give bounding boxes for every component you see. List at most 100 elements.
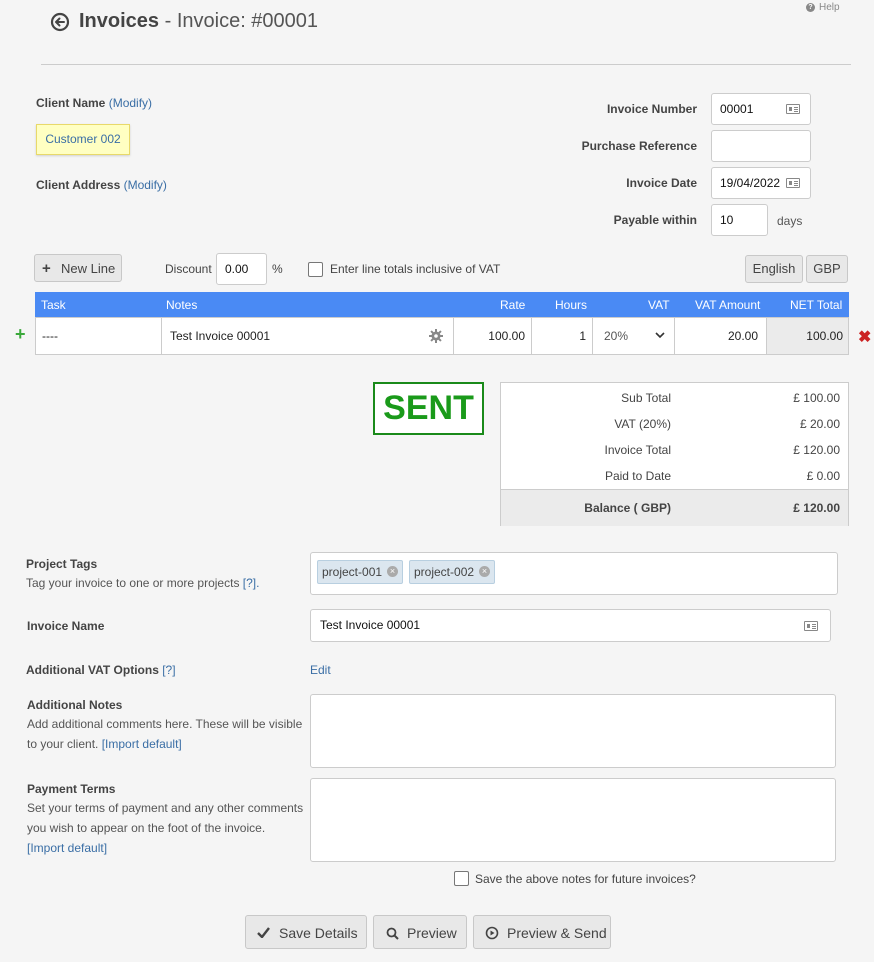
preview-label: Preview <box>407 925 457 941</box>
save-notes-checkbox[interactable] <box>454 871 469 886</box>
vat-label: VAT (20%) <box>614 417 671 431</box>
page-title-main[interactable]: Invoices <box>79 10 159 32</box>
currency-button[interactable]: GBP <box>806 255 848 283</box>
save-details-button[interactable]: Save Details <box>245 915 367 949</box>
invoice-number-label: Invoice Number <box>606 102 697 116</box>
invoice-date-label: Invoice Date <box>626 176 697 190</box>
inclusive-vat-checkbox[interactable] <box>308 262 323 277</box>
client-address-modify-link[interactable]: (Modify) <box>124 178 167 192</box>
payable-within-label: Payable within <box>613 213 697 227</box>
col-notes: Notes <box>166 298 198 312</box>
header-divider <box>41 64 851 65</box>
new-line-button[interactable]: + New Line <box>34 254 122 282</box>
project-tags-desc: Tag your invoice to one or more projects… <box>26 576 260 590</box>
page-subtitle: Invoice: #00001 <box>176 10 319 32</box>
col-vat-amount: VAT Amount <box>695 298 761 312</box>
search-icon <box>386 927 399 940</box>
help-icon: ? <box>806 3 815 12</box>
save-details-label: Save Details <box>279 925 358 941</box>
project-tags-label: Project Tags <box>26 557 98 571</box>
notes-import-default-link[interactable]: [Import default] <box>102 737 182 751</box>
balance-value: £ 120.00 <box>793 501 840 515</box>
vat-select[interactable]: 20% <box>593 318 675 354</box>
vat-options-label: Additional VAT Options [?] <box>26 663 176 677</box>
balance-row: Balance ( GBP) £ 120.00 <box>501 489 848 526</box>
remove-tag-icon[interactable]: × <box>479 566 491 577</box>
invoice-number-field[interactable]: 00001 <box>711 93 811 125</box>
additional-notes-label: Additional Notes <box>27 698 123 712</box>
totals-panel: Sub Total £ 100.00 VAT (20%) £ 20.00 Invoi… <box>500 382 849 526</box>
vat-amount-cell[interactable]: 20.00 <box>675 318 767 354</box>
additional-notes-textarea[interactable] <box>310 694 836 768</box>
project-tags-help-link[interactable]: [?]. <box>243 576 260 590</box>
sub-total-label: Sub Total <box>621 391 671 405</box>
invoice-number-value: 00001 <box>720 102 754 116</box>
payable-unit: days <box>777 214 803 228</box>
purchase-reference-label: Purchase Reference <box>581 139 697 153</box>
notes-value: Test Invoice 00001 <box>170 329 271 343</box>
vat-row: VAT (20%) £ 20.00 <box>501 411 848 437</box>
chevron-down-icon <box>655 332 665 339</box>
paid-value: £ 0.00 <box>806 469 840 483</box>
discount-field[interactable]: 0.00 <box>216 253 267 285</box>
hours-cell[interactable]: 1 <box>532 318 593 354</box>
project-tag[interactable]: project-001 × <box>317 560 404 584</box>
client-address-label: Client Address (Modify) <box>36 178 167 192</box>
invoice-name-value: Test Invoice 00001 <box>320 618 421 632</box>
payment-terms-textarea[interactable] <box>310 778 836 862</box>
back-arrow-icon[interactable] <box>50 12 70 32</box>
invoice-total-label: Invoice Total <box>604 443 672 457</box>
gear-icon[interactable] <box>429 329 443 343</box>
payment-terms-desc: Set your terms of payment and any other … <box>27 798 303 858</box>
preview-button[interactable]: Preview <box>373 915 467 949</box>
vat-options-help-link[interactable]: [?] <box>162 663 175 677</box>
sub-total-value: £ 100.00 <box>793 391 840 405</box>
discount-label: Discount <box>165 262 212 276</box>
help-link[interactable]: ? Help <box>806 2 840 13</box>
invoice-date-value: 19/04/2022 <box>720 176 781 190</box>
table-row: ---- Test Invoice 00001 100.00 1 20% 20.… <box>35 317 849 355</box>
status-stamp: SENT <box>373 382 484 435</box>
col-hours: Hours <box>555 298 588 312</box>
check-icon <box>257 927 270 938</box>
invoice-date-field[interactable]: 19/04/2022 <box>711 167 811 199</box>
help-label: Help <box>819 2 840 13</box>
net-total-cell: 100.00 <box>767 318 848 354</box>
vat-options-edit-link[interactable]: Edit <box>310 663 331 677</box>
delete-row-icon[interactable]: ✖ <box>858 327 871 347</box>
add-row-icon[interactable]: + <box>15 324 26 345</box>
invoice-name-field[interactable]: Test Invoice 00001 <box>310 609 831 642</box>
vat-select-value: 20% <box>604 329 629 343</box>
notes-cell[interactable]: Test Invoice 00001 <box>162 318 454 354</box>
language-button[interactable]: English <box>745 255 803 283</box>
play-circle-icon <box>485 926 499 940</box>
invoice-total-value: £ 120.00 <box>793 443 840 457</box>
project-tag-label: project-001 <box>322 565 383 579</box>
discount-unit: % <box>272 262 283 276</box>
client-name-label: Client Name (Modify) <box>36 96 153 110</box>
id-card-icon <box>804 620 818 631</box>
payable-within-field[interactable]: 10 <box>711 204 768 236</box>
balance-label: Balance ( GBP) <box>584 501 671 515</box>
vat-value: £ 20.00 <box>799 417 840 431</box>
additional-notes-desc: Add additional comments here. These will… <box>27 717 303 751</box>
purchase-reference-field[interactable] <box>711 130 811 162</box>
paid-label: Paid to Date <box>604 469 671 483</box>
client-name-modify-link[interactable]: (Modify) <box>109 96 152 110</box>
col-net-total: NET Total <box>790 298 843 312</box>
plus-icon: + <box>42 260 51 277</box>
col-rate: Rate <box>500 298 526 312</box>
rate-cell[interactable]: 100.00 <box>454 318 532 354</box>
id-card-icon <box>786 104 800 114</box>
col-vat: VAT <box>648 298 670 312</box>
sub-total-row: Sub Total £ 100.00 <box>501 385 848 411</box>
remove-tag-icon[interactable]: × <box>387 566 399 577</box>
terms-import-default-link[interactable]: [Import default] <box>27 838 303 858</box>
project-tag[interactable]: project-002 × <box>409 560 496 584</box>
calendar-icon <box>786 178 800 188</box>
preview-send-button[interactable]: Preview & Send <box>473 915 611 949</box>
task-cell[interactable]: ---- <box>36 318 162 354</box>
project-tags-input[interactable]: project-001 × project-002 × <box>310 552 838 595</box>
customer-badge[interactable]: Customer 002 <box>36 124 130 155</box>
new-line-label: New Line <box>61 261 116 276</box>
